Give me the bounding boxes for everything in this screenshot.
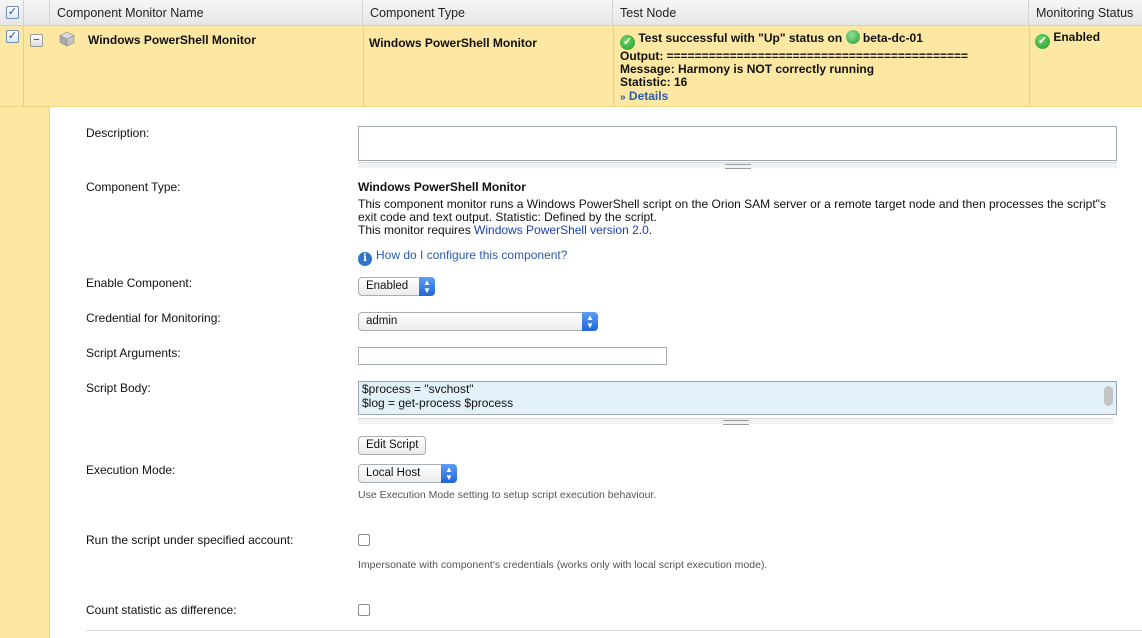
script-body-resize-handle[interactable] <box>358 418 1113 425</box>
execution-mode-hint: Use Execution Mode setting to setup scri… <box>358 489 657 501</box>
credential-select[interactable]: admin ▲ ▼ <box>358 312 598 331</box>
execution-mode-select[interactable]: Local Host ▲ ▼ <box>358 464 457 483</box>
row-checkbox[interactable]: ✓ <box>6 30 19 43</box>
component-type-desc-text: This component monitor runs a Windows Po… <box>358 197 1106 224</box>
monitoring-status: ✓ Enabled <box>1035 30 1100 49</box>
details-prefix: » <box>620 92 626 103</box>
enable-component-select[interactable]: Enabled ▲ ▼ <box>358 277 435 296</box>
requires-suffix: . <box>648 223 653 237</box>
header-component-name[interactable]: Component Monitor Name <box>50 0 363 26</box>
details-link[interactable]: Details <box>629 89 668 103</box>
header-expand-cell <box>24 0 50 26</box>
credential-value: admin <box>366 315 398 327</box>
enable-component-value: Enabled <box>366 280 409 292</box>
status-ok-icon: ✓ <box>620 35 635 50</box>
node-status-icon <box>845 30 860 44</box>
test-statistic: Statistic: 16 <box>620 75 688 89</box>
script-body-line: $log = get-process $process <box>362 396 514 410</box>
count-statistic-checkbox[interactable] <box>358 604 370 616</box>
grid-header: ✓ Component Monitor Name Component Type … <box>0 0 1142 26</box>
run-under-account-checkbox[interactable] <box>358 534 370 546</box>
execution-mode-value: Local Host <box>366 467 421 479</box>
select-arrows-icon: ▲ ▼ <box>441 464 457 483</box>
select-all-checkbox[interactable]: ✓ <box>6 6 19 19</box>
help-configure-link[interactable]: How do I configure this component? <box>376 248 567 262</box>
header-component-type[interactable]: Component Type <box>363 0 613 26</box>
component-name[interactable]: Windows PowerShell Monitor <box>88 33 256 47</box>
select-arrows-icon: ▲ ▼ <box>419 277 435 296</box>
col-divider <box>363 26 364 107</box>
powershell-version-link[interactable]: Windows PowerShell version 2.0 <box>474 223 649 237</box>
info-icon: i <box>358 252 372 266</box>
description-textarea[interactable] <box>358 126 1117 161</box>
credential-label: Credential for Monitoring: <box>86 311 221 325</box>
script-arguments-label: Script Arguments: <box>86 346 181 360</box>
status-enabled-icon: ✓ <box>1035 34 1050 49</box>
row-checkbox-cell: ✓ <box>0 26 24 107</box>
header-monitoring-status[interactable]: Monitoring Status <box>1029 0 1142 26</box>
node-name[interactable]: beta-dc-01 <box>863 31 923 45</box>
monitoring-status-text: Enabled <box>1053 30 1101 44</box>
count-statistic-label: Count statistic as difference: <box>86 603 237 617</box>
script-body-textarea[interactable]: $process = "svchost" $log = get-process … <box>358 381 1117 415</box>
execution-mode-label: Execution Mode: <box>86 463 176 477</box>
header-select-all-cell: ✓ <box>0 0 24 26</box>
col-divider <box>613 26 614 107</box>
component-cube-icon <box>59 31 75 47</box>
component-row[interactable]: ✓ − Windows PowerShell Monitor Windows P… <box>0 26 1142 107</box>
test-node-result: ✓ Test successful with "Up" status on be… <box>620 30 968 104</box>
select-arrows-icon: ▲ ▼ <box>582 312 598 331</box>
edit-script-button[interactable]: Edit Script <box>358 436 427 455</box>
script-arguments-input[interactable] <box>358 347 667 365</box>
component-type-label: Component Type: <box>86 180 181 194</box>
description-label: Description: <box>86 126 150 140</box>
collapse-icon[interactable]: − <box>30 34 43 47</box>
script-body-line: $process = "svchost" <box>362 382 474 396</box>
header-test-node[interactable]: Test Node <box>613 0 1029 26</box>
enable-component-label: Enable Component: <box>86 276 193 290</box>
help-link-row: i How do I configure this component? <box>358 248 567 266</box>
section-divider <box>86 630 1142 631</box>
script-body-label: Script Body: <box>86 381 151 395</box>
component-type-title: Windows PowerShell Monitor <box>358 180 526 194</box>
run-under-account-label: Run the script under specified account: <box>86 533 294 547</box>
test-result-text: Test successful with "Up" status on <box>638 31 843 45</box>
component-type-description: This component monitor runs a Windows Po… <box>358 198 1123 237</box>
row-left-gutter <box>0 107 50 638</box>
description-resize-handle[interactable] <box>358 162 1117 169</box>
script-body-scrollbar[interactable] <box>1104 386 1113 406</box>
requires-prefix: This monitor requires <box>358 223 475 237</box>
col-divider <box>1029 26 1030 107</box>
component-type: Windows PowerShell Monitor <box>369 36 537 50</box>
run-under-account-hint: Impersonate with component's credentials… <box>358 559 768 571</box>
